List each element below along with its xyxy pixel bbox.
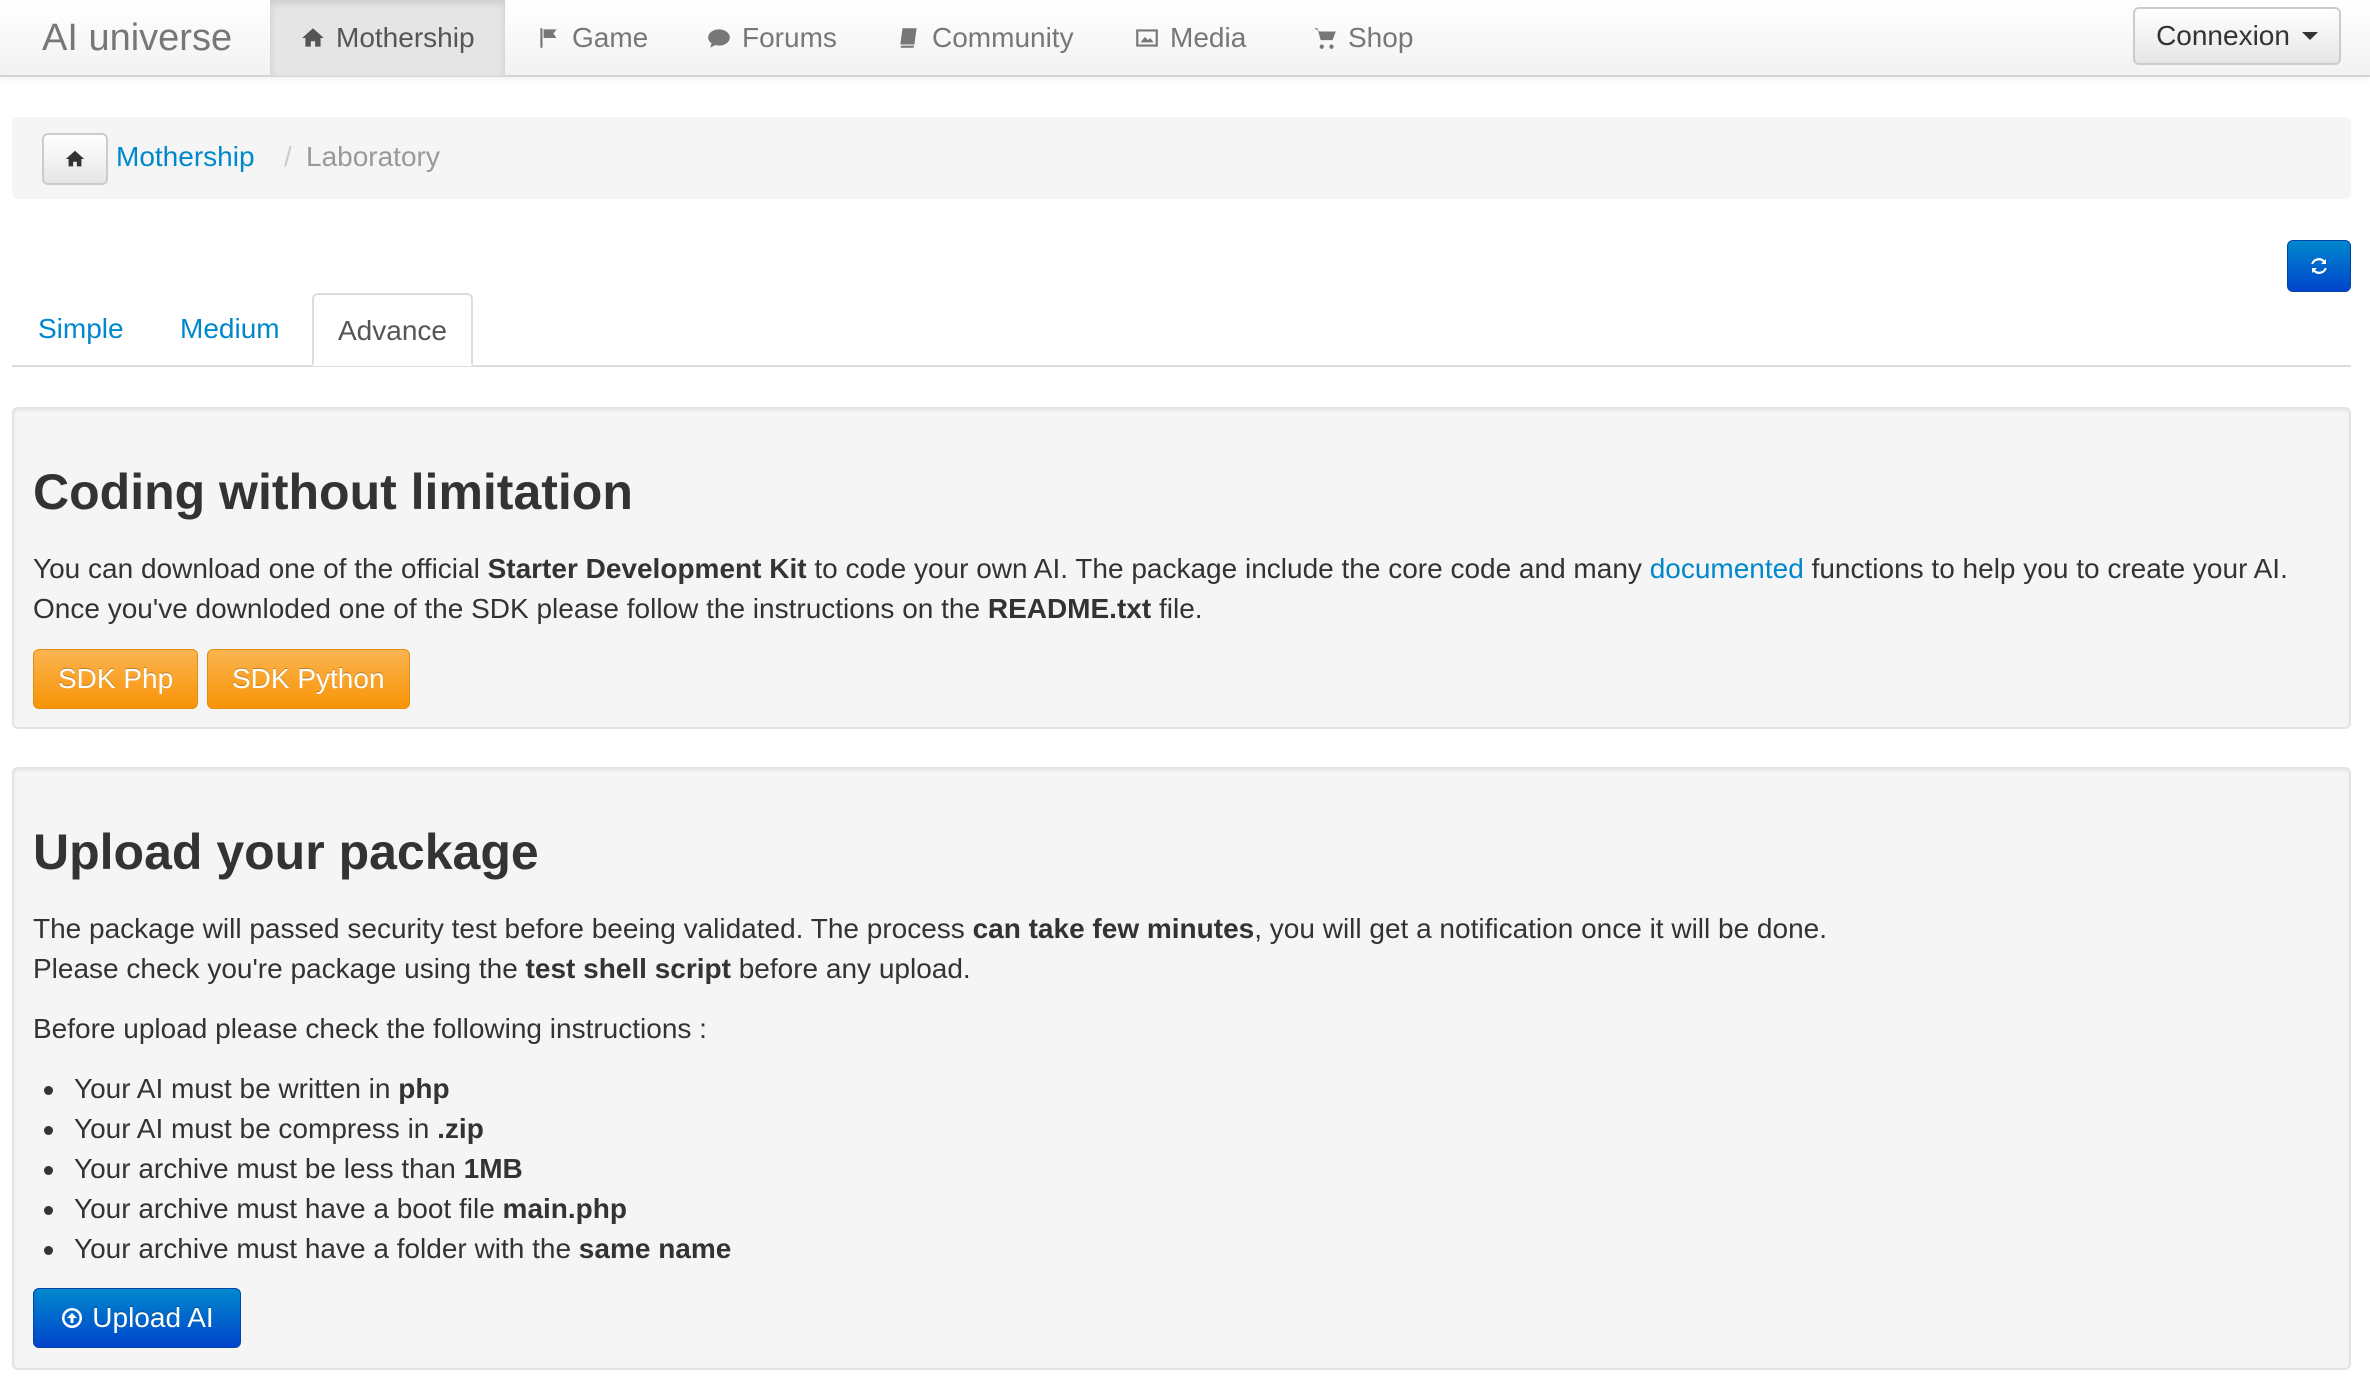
top-navbar: AI universe Mothership Game Forums Commu… bbox=[0, 0, 2370, 77]
caret-down-icon bbox=[2301, 32, 2318, 40]
upload-description-line1: The package will passed security test be… bbox=[33, 913, 1828, 944]
home-icon bbox=[302, 28, 324, 47]
instructions-intro: Before upload please check the following… bbox=[33, 1013, 707, 1044]
nav-item-label: Mothership bbox=[336, 22, 475, 53]
nav-item-community[interactable]: Community bbox=[866, 0, 1104, 76]
upload-description-line2: Please check you're package using the te… bbox=[33, 953, 971, 984]
upload-section: Upload your package The package will pas… bbox=[12, 767, 2351, 1370]
coding-section-title: Coding without limitation bbox=[33, 464, 633, 520]
coding-description-line1: You can download one of the official Sta… bbox=[33, 553, 2288, 584]
sdk-php-button[interactable]: SDK Php bbox=[33, 649, 199, 709]
refresh-button[interactable] bbox=[2287, 240, 2351, 292]
breadcrumb-separator: / bbox=[284, 141, 292, 172]
upload-ai-label: Upload AI bbox=[92, 1302, 214, 1333]
brand-logo[interactable]: AI universe bbox=[42, 14, 232, 62]
breadcrumb-home-button[interactable] bbox=[42, 133, 108, 185]
nav-item-forums[interactable]: Forums bbox=[676, 0, 867, 76]
nav-item-mothership[interactable]: Mothership bbox=[270, 0, 505, 76]
comments-icon bbox=[708, 29, 730, 48]
flag-icon bbox=[540, 28, 557, 48]
nav-item-label: Forums bbox=[742, 22, 837, 53]
connexion-dropdown-button[interactable]: Connexion bbox=[2133, 7, 2341, 65]
tab-advance[interactable]: Advance bbox=[312, 293, 473, 366]
tab-medium[interactable]: Medium bbox=[156, 293, 304, 366]
list-item: Your AI must be written in php bbox=[74, 1073, 450, 1104]
sdk-python-button[interactable]: SDK Python bbox=[207, 649, 410, 709]
nav-item-shop[interactable]: Shop bbox=[1282, 0, 1443, 76]
coding-description-line2: Once you've downloded one of the SDK ple… bbox=[33, 593, 1203, 624]
breadcrumb-link-mothership[interactable]: Mothership bbox=[116, 141, 255, 173]
bullet-icon bbox=[44, 1206, 53, 1215]
breadcrumb-current: Laboratory bbox=[306, 141, 440, 172]
nav-item-label: Community bbox=[932, 22, 1074, 53]
coding-section: Coding without limitation You can downlo… bbox=[12, 407, 2351, 729]
bullet-icon bbox=[44, 1126, 53, 1135]
picture-icon bbox=[1136, 29, 1158, 47]
documented-link[interactable]: documented bbox=[1650, 553, 1804, 584]
connexion-label: Connexion bbox=[2156, 20, 2290, 51]
nav-item-label: Shop bbox=[1348, 22, 1414, 53]
list-item: Your archive must have a boot file main.… bbox=[74, 1193, 627, 1224]
bullet-icon bbox=[44, 1086, 53, 1095]
upload-section-title: Upload your package bbox=[33, 824, 539, 880]
bullet-icon bbox=[44, 1166, 53, 1175]
nav-item-label: Game bbox=[572, 22, 649, 53]
arrow-circle-up-icon bbox=[62, 1308, 83, 1328]
list-item: Your archive must be less than 1MB bbox=[74, 1153, 523, 1184]
home-icon bbox=[65, 150, 85, 167]
nav-item-game[interactable]: Game bbox=[506, 0, 678, 76]
list-item: Your AI must be compress in .zip bbox=[74, 1113, 484, 1144]
tab-simple[interactable]: Simple bbox=[14, 293, 148, 366]
nav-item-media[interactable]: Media bbox=[1104, 0, 1276, 76]
breadcrumb: Mothership / Laboratory bbox=[12, 117, 2351, 199]
list-item: Your archive must have a folder with the… bbox=[74, 1233, 732, 1264]
bullet-icon bbox=[44, 1246, 53, 1255]
shopping-cart-icon bbox=[1314, 28, 1336, 49]
book-icon bbox=[900, 28, 917, 48]
nav-item-label: Media bbox=[1170, 22, 1247, 53]
refresh-icon bbox=[2311, 258, 2327, 274]
upload-ai-button[interactable]: Upload AI bbox=[33, 1288, 241, 1348]
